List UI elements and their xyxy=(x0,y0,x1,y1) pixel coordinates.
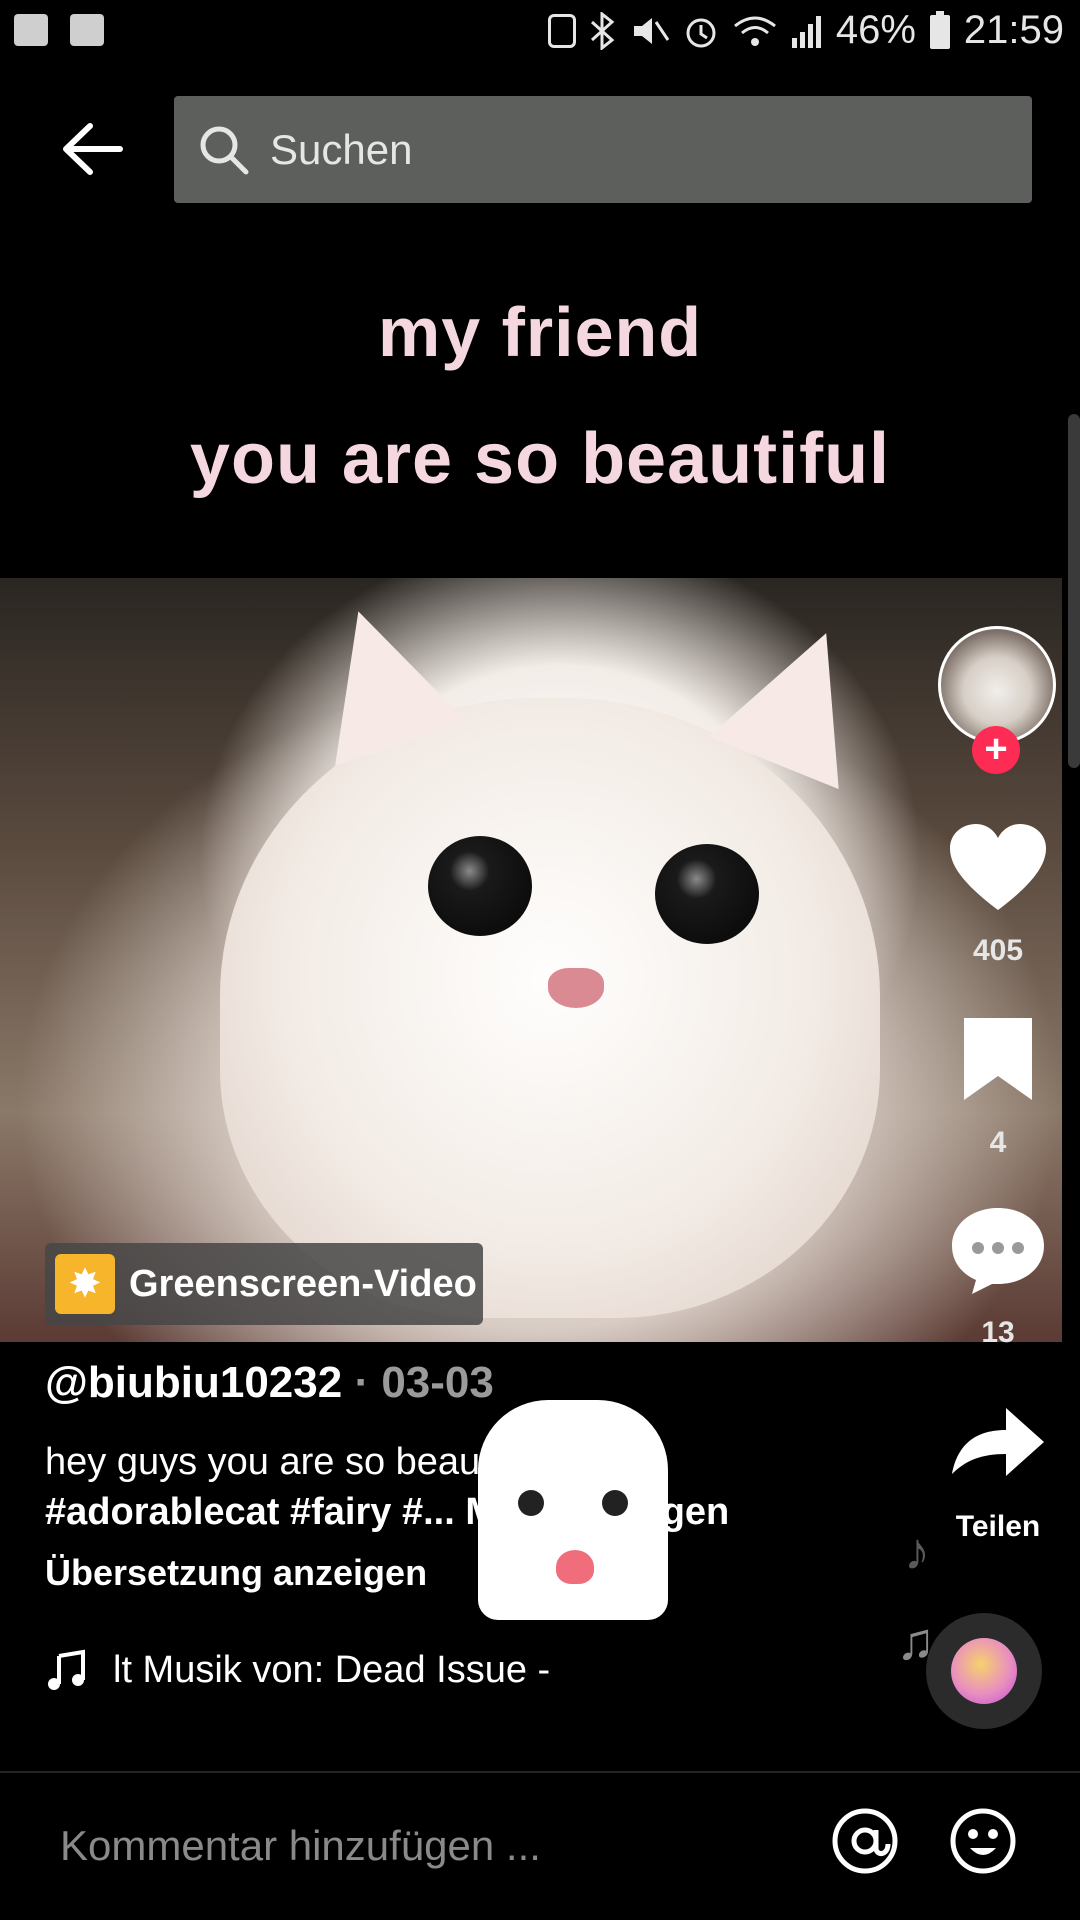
emoji-icon[interactable] xyxy=(950,1808,1016,1874)
bluetooth-icon xyxy=(590,11,615,50)
comment-input[interactable]: Kommentar hinzufügen ... xyxy=(60,1822,541,1870)
mention-at-icon[interactable] xyxy=(832,1808,898,1874)
cat-eye-left xyxy=(428,836,532,936)
music-note-icon xyxy=(48,1649,85,1690)
comment-count: 13 xyxy=(981,1316,1015,1349)
status-bar: 46% 21:59 xyxy=(0,0,1080,70)
signal-icon xyxy=(791,15,821,48)
bookmark-icon[interactable] xyxy=(948,1016,1048,1102)
search-bar[interactable]: Suchen xyxy=(174,96,1032,203)
alarm-icon xyxy=(686,18,716,47)
battery-icon xyxy=(929,10,950,49)
music-title: lt Musik von: Dead Issue - xyxy=(113,1648,551,1691)
clock: 21:59 xyxy=(963,8,1064,52)
bookmark-count: 4 xyxy=(989,1126,1007,1159)
back-button[interactable] xyxy=(58,114,128,184)
greenscreen-label: Greenscreen-Video xyxy=(129,1262,477,1305)
description-text: hey guys you are so beautiful xyxy=(45,1441,540,1483)
battery-percent: 46% xyxy=(835,8,916,52)
mute-icon xyxy=(633,17,670,44)
video-caption-line-1: my friend xyxy=(377,293,703,371)
divider xyxy=(0,1771,1080,1773)
show-translation-link[interactable]: Übersetzung anzeigen xyxy=(45,1552,427,1594)
hashtags[interactable]: #adorablecat #fairy #... xyxy=(45,1491,455,1533)
battery-saver-icon xyxy=(547,13,576,48)
comment-bubble-icon[interactable] xyxy=(948,1204,1048,1296)
post-description[interactable]: hey guys you are so beautiful #adorablec… xyxy=(45,1437,865,1537)
folder-notification-icon xyxy=(70,14,104,46)
cat-nose xyxy=(548,968,604,1008)
music-disc-artwork xyxy=(951,1638,1017,1704)
cat-head xyxy=(220,698,880,1318)
music-info[interactable]: lt Musik von: Dead Issue - xyxy=(45,1648,550,1692)
share-label: Teilen xyxy=(955,1510,1041,1543)
like-heart-icon[interactable] xyxy=(948,822,1048,914)
scrollbar[interactable] xyxy=(1068,414,1080,768)
cat-eye-right xyxy=(655,844,759,944)
username[interactable]: @biubiu10232 xyxy=(45,1358,342,1407)
gallery-notification-icon xyxy=(14,14,48,46)
follow-plus-icon[interactable]: + xyxy=(972,726,1020,774)
greenscreen-video-button[interactable]: ✸ Greenscreen-Video xyxy=(45,1243,483,1325)
post-date: · 03-03 xyxy=(354,1358,494,1407)
floating-note-icon: ♪ xyxy=(904,1523,930,1581)
like-count: 405 xyxy=(972,934,1024,967)
share-arrow-icon[interactable] xyxy=(948,1402,1048,1482)
search-placeholder: Suchen xyxy=(270,125,413,173)
sticker-heart xyxy=(556,1550,594,1584)
music-disc[interactable] xyxy=(926,1613,1042,1729)
video-frame[interactable] xyxy=(0,578,1062,1342)
wifi-icon xyxy=(733,16,776,46)
sticker-eye-right xyxy=(602,1490,628,1516)
video-caption-line-2: you are so beautiful xyxy=(189,419,891,499)
sparkle-icon: ✸ xyxy=(55,1254,115,1314)
post-author[interactable]: @biubiu10232 · 03-03 xyxy=(45,1358,494,1408)
cat-sticker xyxy=(478,1400,668,1620)
back-arrow-icon xyxy=(63,123,123,175)
status-right-icons: 46% 21:59 xyxy=(547,8,1064,53)
status-left-icons xyxy=(14,14,104,46)
search-icon xyxy=(200,126,249,174)
sticker-eye-left xyxy=(518,1490,544,1516)
